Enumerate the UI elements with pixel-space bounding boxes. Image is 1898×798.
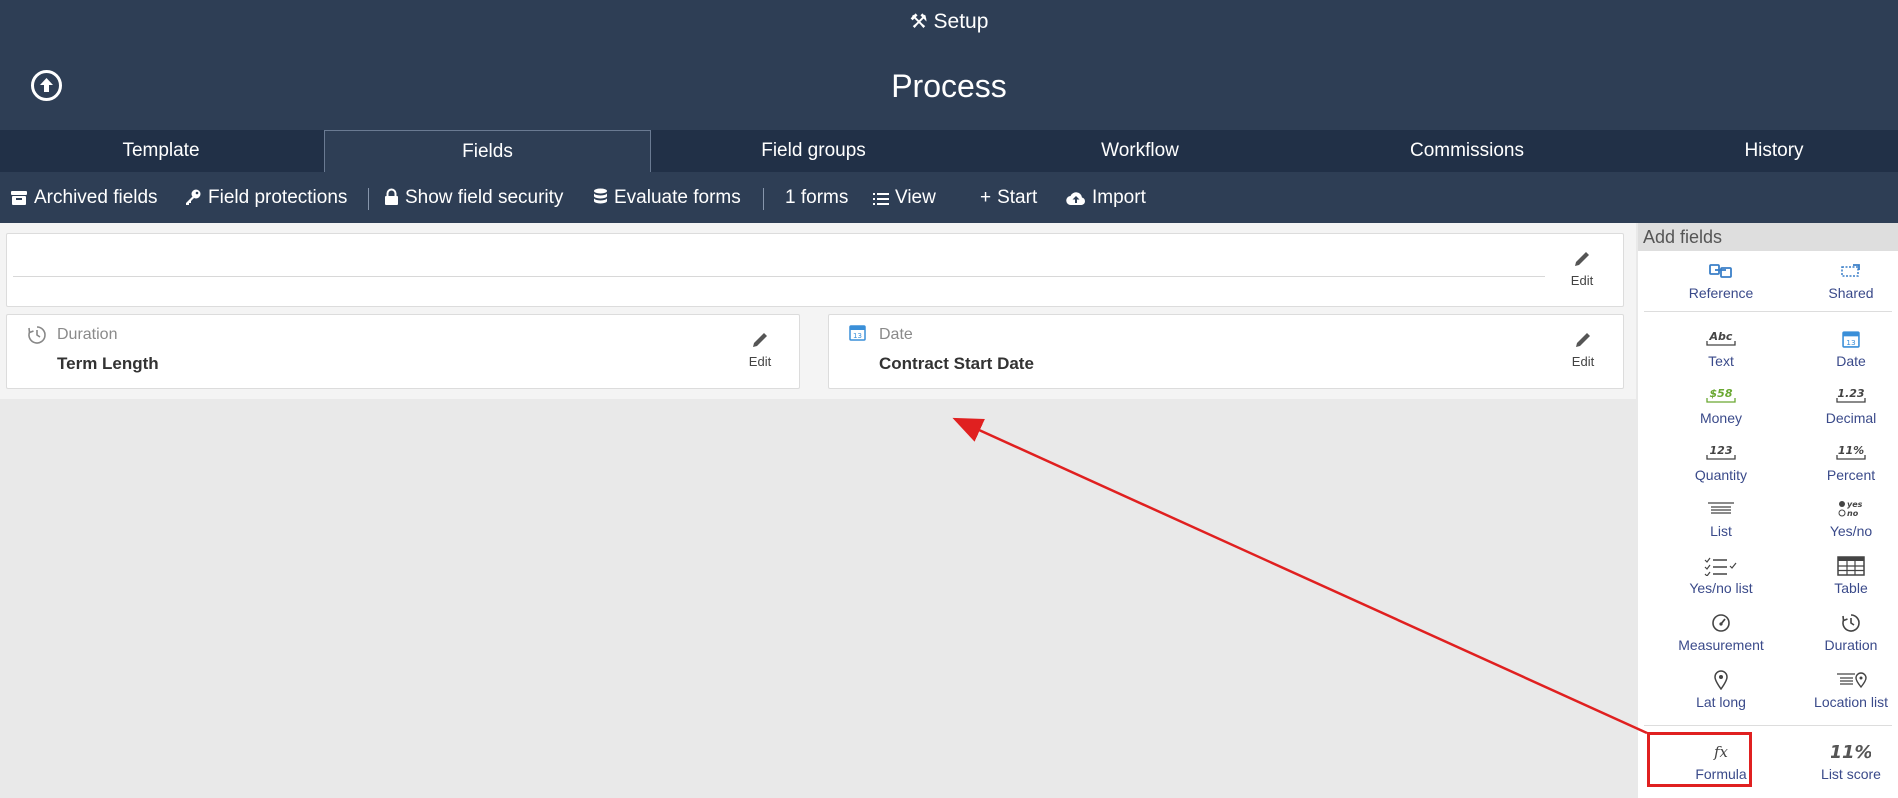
edit-button[interactable]: Edit <box>1563 330 1603 369</box>
archive-icon <box>11 191 27 205</box>
show-field-security-button[interactable]: Show field security <box>384 172 563 223</box>
add-field-yes-no-list[interactable]: Yes/no list <box>1666 555 1776 596</box>
tab-bar: Template Fields Field groups Workflow Co… <box>0 130 1898 172</box>
svg-text:yes: yes <box>1847 500 1863 509</box>
duration-icon <box>1842 614 1860 632</box>
list-score-icon: 11% <box>1831 742 1871 763</box>
database-icon <box>594 188 607 204</box>
reference-icon <box>1709 264 1732 278</box>
svg-text:1.23: 1.23 <box>1837 387 1864 400</box>
edit-button[interactable]: Edit <box>740 330 780 369</box>
archived-fields-button[interactable]: Archived fields <box>10 172 158 223</box>
add-field-date[interactable]: 13 Date <box>1796 328 1898 369</box>
svg-text:13: 13 <box>853 332 862 340</box>
add-field-quantity[interactable]: 123 Quantity <box>1666 442 1776 483</box>
pencil-icon <box>753 333 767 347</box>
toolbar-divider <box>763 188 764 210</box>
field-name: Term Length <box>57 354 159 373</box>
money-icon: $58 <box>1706 387 1736 403</box>
app-header: ⚒ Setup Process <box>0 0 1898 130</box>
add-field-location-list[interactable]: Location list <box>1796 669 1898 710</box>
sidebar-divider <box>1644 311 1892 312</box>
setup-label[interactable]: ⚒ Setup <box>0 9 1898 34</box>
field-type-label: Duration <box>57 326 118 343</box>
toolbar-divider <box>368 188 369 210</box>
import-button[interactable]: Import <box>1066 172 1146 223</box>
form-canvas: Edit Duration Term Length Edit 13 Date C… <box>0 223 1636 798</box>
svg-text:no: no <box>1847 509 1859 518</box>
yes-no-icon: yesno <box>1838 500 1863 518</box>
add-field-reference[interactable]: Reference <box>1666 260 1776 301</box>
tab-template[interactable]: Template <box>0 130 322 172</box>
shared-icon <box>1841 264 1860 277</box>
add-field-list-score[interactable]: 11% List score <box>1796 741 1898 782</box>
lock-icon <box>385 188 398 205</box>
svg-text:Abc: Abc <box>1709 330 1733 343</box>
add-field-decimal[interactable]: 1.23 Decimal <box>1796 385 1898 426</box>
tab-commissions[interactable]: Commissions <box>1304 130 1630 172</box>
add-field-list[interactable]: List <box>1666 498 1776 539</box>
field-protections-button[interactable]: Field protections <box>184 172 347 223</box>
start-button[interactable]: + Start <box>980 172 1037 223</box>
calendar-icon: 13 <box>849 325 866 341</box>
svg-text:$58: $58 <box>1710 387 1733 400</box>
measurement-icon <box>1712 614 1730 632</box>
add-fields-sidebar: Add fields Reference Shared Abc Text 13 … <box>1638 223 1898 798</box>
plus-icon: + <box>980 187 992 208</box>
add-field-measurement[interactable]: Measurement <box>1666 612 1776 653</box>
date-icon: 13 <box>1842 331 1860 348</box>
location-list-icon <box>1837 672 1867 689</box>
pencil-icon <box>1575 252 1589 266</box>
field-name: Contract Start Date <box>879 354 1034 373</box>
field-card-term-length[interactable]: Duration Term Length Edit <box>6 314 800 389</box>
add-field-text[interactable]: Abc Text <box>1666 328 1776 369</box>
form-panel: Edit Duration Term Length Edit 13 Date C… <box>0 223 1636 399</box>
quantity-icon: 123 <box>1706 444 1736 460</box>
header-field-card[interactable]: Edit <box>6 233 1624 307</box>
list-icon <box>1708 502 1734 514</box>
key-icon <box>186 189 201 205</box>
add-field-money[interactable]: $58 Money <box>1666 385 1776 426</box>
map-pin-icon <box>1714 670 1728 690</box>
cloud-upload-icon <box>1066 192 1085 206</box>
divider <box>13 276 1545 277</box>
list-view-icon <box>873 193 889 205</box>
field-card-contract-start-date[interactable]: 13 Date Contract Start Date Edit <box>828 314 1624 389</box>
yes-no-list-icon <box>1704 557 1737 576</box>
svg-text:11%: 11% <box>1838 444 1864 457</box>
svg-text:13: 13 <box>1846 338 1856 347</box>
formula-highlight-box <box>1647 732 1752 787</box>
view-button[interactable]: View <box>873 172 936 223</box>
svg-text:11%: 11% <box>1831 742 1871 763</box>
page-title: Process <box>891 68 1007 104</box>
add-field-yes-no[interactable]: yes no Yes/no <box>1796 498 1898 539</box>
duration-icon <box>28 326 46 344</box>
table-icon <box>1837 556 1865 576</box>
pencil-icon <box>1576 333 1590 347</box>
add-field-percent[interactable]: 11% Percent <box>1796 442 1898 483</box>
tab-field-groups[interactable]: Field groups <box>651 130 976 172</box>
add-field-shared[interactable]: Shared <box>1796 260 1898 301</box>
add-field-duration[interactable]: Duration <box>1796 612 1898 653</box>
field-type-label: Date <box>879 326 913 343</box>
fields-toolbar: Archived fields Field protections Show f… <box>0 172 1898 223</box>
decimal-icon: 1.23 <box>1836 387 1866 403</box>
sidebar-title: Add fields <box>1638 223 1898 251</box>
tools-icon: ⚒ <box>909 11 928 33</box>
evaluate-forms-button[interactable]: Evaluate forms <box>593 172 741 223</box>
sidebar-divider <box>1644 725 1892 726</box>
edit-button[interactable]: Edit <box>1562 249 1602 288</box>
svg-text:123: 123 <box>1710 444 1733 457</box>
tab-workflow[interactable]: Workflow <box>976 130 1304 172</box>
add-field-table[interactable]: Table <box>1796 555 1898 596</box>
tab-fields[interactable]: Fields <box>324 130 651 172</box>
forms-count-button[interactable]: 1 forms <box>785 172 848 223</box>
add-field-lat-long[interactable]: Lat long <box>1666 669 1776 710</box>
percent-icon: 11% <box>1836 444 1866 460</box>
text-icon: Abc <box>1706 330 1736 346</box>
tab-history[interactable]: History <box>1630 130 1898 172</box>
